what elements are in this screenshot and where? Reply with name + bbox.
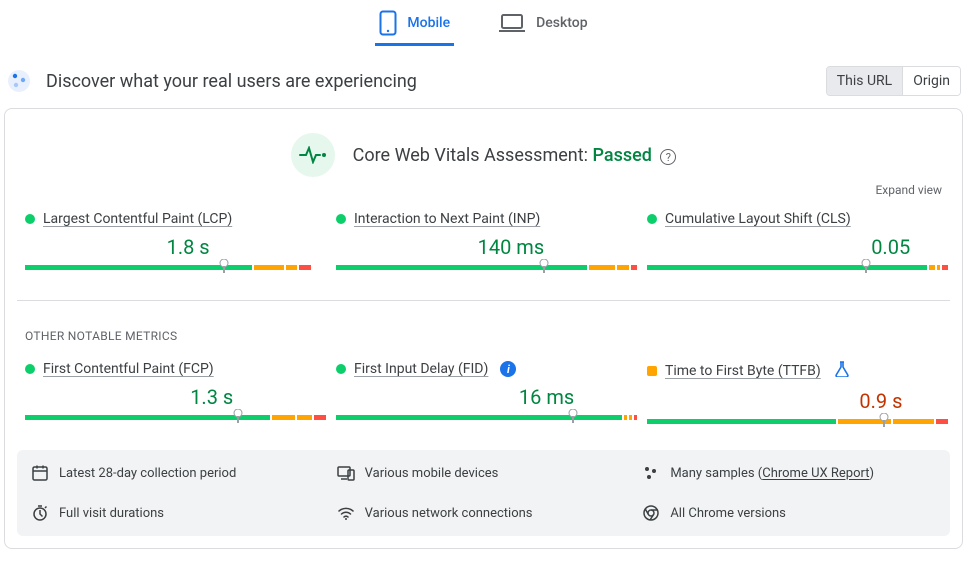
help-icon[interactable]: ? bbox=[660, 149, 676, 165]
metric-cls: Cumulative Layout Shift (CLS) 0.05 bbox=[647, 205, 942, 276]
crux-link[interactable]: Chrome UX Report bbox=[762, 466, 869, 481]
info-icon[interactable]: i bbox=[500, 361, 516, 377]
metric-inp: Interaction to Next Paint (INP) 140 ms bbox=[336, 205, 631, 276]
tab-mobile[interactable]: Mobile bbox=[375, 6, 454, 46]
other-metrics-heading: OTHER NOTABLE METRICS bbox=[25, 309, 942, 347]
metric-lcp-bar bbox=[25, 265, 320, 270]
status-dot-good bbox=[647, 214, 657, 224]
metric-ttfb-bar bbox=[647, 419, 942, 424]
wifi-icon bbox=[337, 504, 355, 522]
tab-desktop-label: Desktop bbox=[536, 15, 587, 31]
scope-this-url-button[interactable]: This URL bbox=[827, 67, 902, 95]
metric-lcp-value: 1.8 s bbox=[25, 235, 320, 259]
cwv-assessment-result: Passed bbox=[592, 145, 651, 166]
cwv-assessment-text: Core Web Vitals Assessment: Passed ? bbox=[353, 145, 677, 166]
cwv-assessment-prefix: Core Web Vitals Assessment: bbox=[353, 145, 593, 166]
meta-devices: Various mobile devices bbox=[331, 460, 637, 486]
metrics-grid: Largest Contentful Paint (LCP) 1.8 s Int… bbox=[17, 205, 950, 430]
calendar-icon bbox=[31, 464, 49, 482]
metric-cls-value: 0.05 bbox=[647, 235, 942, 259]
pulse-icon bbox=[291, 133, 335, 177]
laptop-icon bbox=[498, 13, 526, 33]
flask-icon[interactable] bbox=[835, 361, 849, 381]
metric-ttfb-value: 0.9 s bbox=[647, 389, 942, 413]
scope-origin-button[interactable]: Origin bbox=[902, 67, 960, 95]
cwv-card: Core Web Vitals Assessment: Passed ? Exp… bbox=[4, 108, 963, 549]
metric-fcp: First Contentful Paint (FCP) 1.3 s bbox=[25, 355, 320, 430]
status-dot-good bbox=[25, 214, 35, 224]
metric-fid-name[interactable]: First Input Delay (FID) bbox=[354, 361, 488, 377]
scatter-icon bbox=[642, 464, 660, 482]
smartphone-icon bbox=[379, 10, 397, 36]
metric-lcp-name[interactable]: Largest Contentful Paint (LCP) bbox=[43, 211, 232, 227]
metric-ttfb: Time to First Byte (TTFB) 0.9 s bbox=[647, 355, 942, 430]
divider bbox=[17, 300, 950, 301]
meta-period: Latest 28-day collection period bbox=[25, 460, 331, 486]
meta-samples: Many samples (Chrome UX Report) bbox=[636, 460, 942, 486]
meta-durations: Full visit durations bbox=[25, 500, 331, 526]
metric-fcp-name[interactable]: First Contentful Paint (FCP) bbox=[43, 361, 214, 377]
scope-toggle: This URL Origin bbox=[826, 66, 961, 96]
metric-fcp-bar bbox=[25, 415, 320, 420]
metric-fid-value: 16 ms bbox=[336, 385, 631, 409]
tab-mobile-label: Mobile bbox=[407, 15, 450, 31]
metric-inp-name[interactable]: Interaction to Next Paint (INP) bbox=[354, 211, 540, 227]
chrome-icon bbox=[642, 504, 660, 522]
collection-meta: Latest 28-day collection period Various … bbox=[17, 450, 950, 536]
metric-inp-bar bbox=[336, 265, 631, 270]
meta-versions: All Chrome versions bbox=[636, 500, 942, 526]
page-title: Discover what your real users are experi… bbox=[46, 71, 417, 92]
metric-fcp-value: 1.3 s bbox=[25, 385, 320, 409]
stopwatch-icon bbox=[31, 504, 49, 522]
metric-cls-name[interactable]: Cumulative Layout Shift (CLS) bbox=[665, 211, 851, 227]
status-dot-good bbox=[336, 214, 346, 224]
metric-lcp: Largest Contentful Paint (LCP) 1.8 s bbox=[25, 205, 320, 276]
tab-desktop[interactable]: Desktop bbox=[494, 6, 591, 46]
metric-inp-value: 140 ms bbox=[336, 235, 631, 259]
expand-view-link[interactable]: Expand view bbox=[17, 179, 950, 205]
platform-tabs: Mobile Desktop bbox=[0, 6, 967, 46]
meta-network: Various network connections bbox=[331, 500, 637, 526]
users-chart-icon bbox=[6, 68, 32, 94]
status-square-warn bbox=[647, 366, 657, 376]
cwv-assessment: Core Web Vitals Assessment: Passed ? bbox=[17, 133, 950, 177]
metric-fid-bar bbox=[336, 415, 631, 420]
metric-fid: First Input Delay (FID) i 16 ms bbox=[336, 355, 631, 430]
status-dot-good bbox=[336, 364, 346, 374]
status-dot-good bbox=[25, 364, 35, 374]
devices-icon bbox=[337, 464, 355, 482]
metric-cls-bar bbox=[647, 265, 942, 270]
metric-ttfb-name[interactable]: Time to First Byte (TTFB) bbox=[665, 363, 821, 379]
